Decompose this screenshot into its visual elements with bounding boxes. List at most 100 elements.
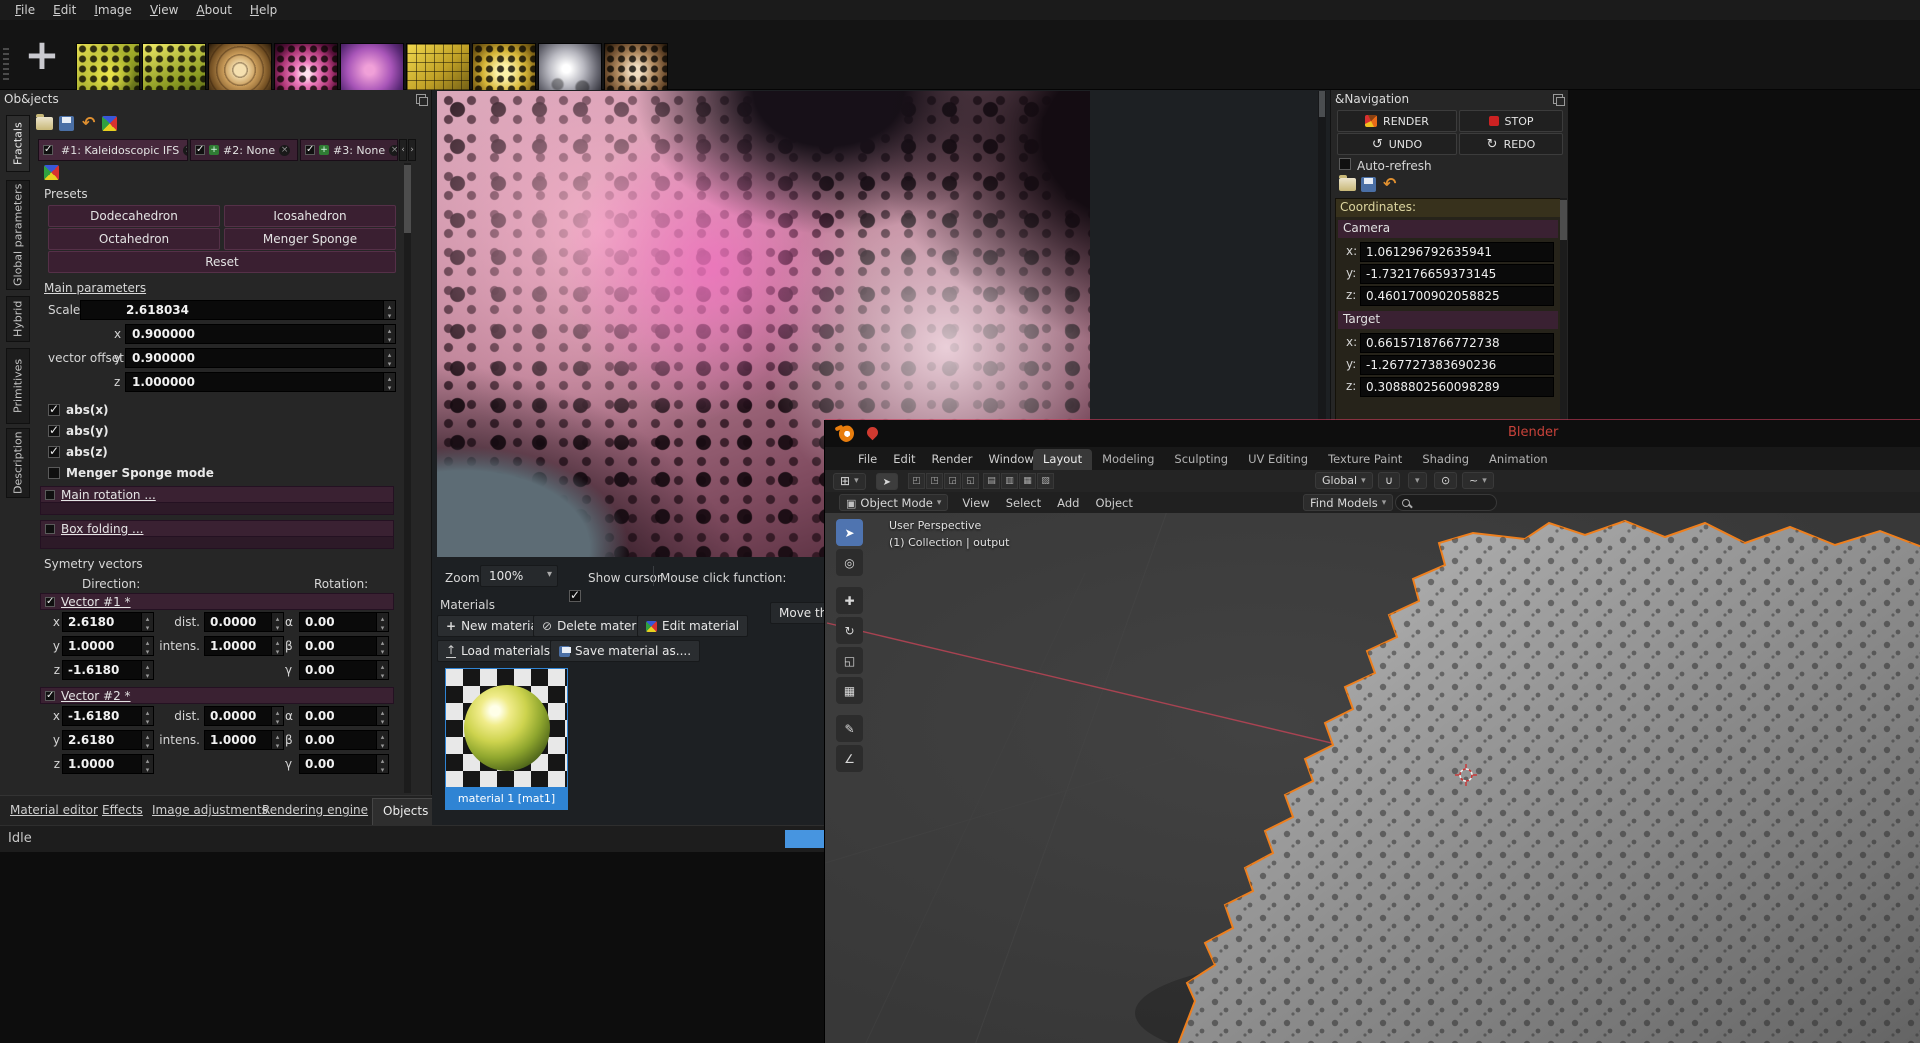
fractal-3-enabled-checkbox[interactable] [305, 144, 315, 155]
fractal-mesh-object[interactable] [1177, 519, 1920, 1043]
camera-z-input[interactable]: 0.4601700902058825 [1360, 286, 1554, 306]
undo-icon[interactable] [82, 115, 95, 131]
scrollbar-thumb[interactable] [1560, 200, 1567, 240]
blender-titlebar[interactable]: Blender [825, 420, 1920, 447]
move-tool[interactable] [836, 587, 863, 614]
toolbar-drag-handle[interactable] [3, 48, 9, 82]
auto-refresh-checkbox[interactable] [1339, 158, 1351, 170]
fractal-tab-3[interactable]: #3: None [300, 139, 398, 161]
abs-x-checkbox[interactable] [48, 402, 60, 416]
workspace-tab-animation[interactable]: Animation [1479, 449, 1558, 470]
panel-scrollbar[interactable] [404, 163, 411, 793]
offset-x-spinner[interactable] [383, 325, 395, 343]
vector1-y-input[interactable]: 1.0000 [62, 636, 154, 656]
tab-objects[interactable]: Objects [372, 798, 440, 826]
fractal-tab-1[interactable]: #1: Kaleidoscopic IFS [38, 139, 188, 161]
mode-toggle-icon[interactable]: ◰ [907, 473, 925, 489]
vector1-intens-input[interactable]: 1.0000 [204, 636, 284, 656]
spinner[interactable] [376, 707, 388, 725]
add-fractal-button[interactable] [22, 36, 62, 78]
box-folding-group-header[interactable]: Box folding ... [40, 520, 394, 537]
tab-rendering-engine[interactable]: Rendering engine [262, 803, 368, 817]
overlay-toggle-icon[interactable]: ▥ [1000, 473, 1018, 489]
object-menu[interactable]: Object [1087, 493, 1140, 513]
abs-z-checkbox[interactable] [48, 444, 60, 458]
vector1-alpha-input[interactable]: 0.00 [299, 612, 389, 632]
spinner[interactable] [376, 755, 388, 773]
rotate-tool[interactable] [836, 617, 863, 644]
tab-scroll-right-icon[interactable]: › [408, 139, 416, 161]
vector2-z-input[interactable]: 1.0000 [62, 754, 154, 774]
vector2-dist-input[interactable]: 0.0000 [204, 706, 284, 726]
view-menu[interactable]: View [954, 493, 997, 513]
tab-image-adjustments[interactable]: Image adjustments [152, 803, 268, 817]
vector1-beta-input[interactable]: 0.00 [299, 636, 389, 656]
vector2-header[interactable]: Vector #2 * [40, 687, 394, 704]
abs-y-checkbox[interactable] [48, 423, 60, 437]
load-icon[interactable] [1339, 175, 1356, 191]
vector2-beta-input[interactable]: 0.00 [299, 730, 389, 750]
save-settings-icon[interactable] [59, 116, 74, 131]
overlay-toggle-icon[interactable]: ▦ [1018, 473, 1036, 489]
side-tab-primitives[interactable]: Primitives [6, 348, 30, 424]
snap-settings-select[interactable] [1408, 472, 1427, 489]
undo-icon[interactable] [1383, 176, 1396, 192]
proportional-edit-button[interactable] [1434, 472, 1458, 489]
offset-x-input[interactable]: 0.900000 [125, 324, 396, 344]
spinner[interactable] [271, 707, 283, 725]
menu-help[interactable]: Help [241, 1, 286, 19]
blender-menu-render[interactable]: Render [924, 449, 981, 469]
spinner[interactable] [141, 661, 153, 679]
vector2-alpha-input[interactable]: 0.00 [299, 706, 389, 726]
float-panel-icon[interactable] [416, 94, 428, 106]
main-rotation-checkbox[interactable] [45, 489, 55, 500]
target-x-input[interactable]: 0.6615718766772738 [1360, 333, 1554, 353]
overlay-toggle-icon[interactable]: ▧ [1036, 473, 1054, 489]
offset-z-spinner[interactable] [383, 373, 395, 391]
main-rotation-group-header[interactable]: Main rotation ... [40, 486, 394, 503]
float-panel-icon[interactable] [1553, 94, 1565, 106]
load-settings-icon[interactable] [36, 114, 53, 130]
spinner[interactable] [141, 755, 153, 773]
menger-sponge-mode-checkbox[interactable] [48, 466, 60, 479]
preset-reset-button[interactable]: Reset [48, 251, 396, 273]
preset-dodecahedron-button[interactable]: Dodecahedron [48, 205, 220, 227]
scrollbar-thumb[interactable] [1319, 91, 1325, 117]
stop-button[interactable]: STOP [1459, 110, 1563, 132]
edit-material-button[interactable]: Edit material [637, 615, 749, 637]
save-material-button[interactable]: Save material as.... [550, 640, 701, 662]
vector2-gamma-input[interactable]: 0.00 [299, 754, 389, 774]
spinner[interactable] [271, 613, 283, 631]
mode-toggle-icon[interactable]: ◳ [925, 473, 943, 489]
preset-octahedron-button[interactable]: Octahedron [48, 228, 220, 250]
vector2-y-input[interactable]: 2.6180 [62, 730, 154, 750]
side-tab-hybrid[interactable]: Hybrid [6, 296, 30, 342]
side-tab-description[interactable]: Description [6, 428, 30, 498]
search-input[interactable] [1395, 494, 1497, 511]
spinner[interactable] [141, 637, 153, 655]
offset-y-spinner[interactable] [383, 349, 395, 367]
redo-button[interactable]: REDO [1459, 133, 1563, 155]
menu-view[interactable]: View [141, 1, 187, 19]
fractal-1-enabled-checkbox[interactable] [43, 144, 53, 155]
vector1-z-input[interactable]: -1.6180 [62, 660, 154, 680]
target-z-input[interactable]: 0.3088802560098289 [1360, 377, 1554, 397]
mode-toggle-icon[interactable]: ◲ [943, 473, 961, 489]
scale-spinner[interactable] [383, 301, 395, 319]
preset-menger-sponge-button[interactable]: Menger Sponge [224, 228, 396, 250]
offset-y-input[interactable]: 0.900000 [125, 348, 396, 368]
close-tab-icon[interactable] [183, 144, 187, 156]
mode-select[interactable]: Object Mode [839, 494, 949, 511]
spinner[interactable] [376, 731, 388, 749]
zoom-select[interactable]: 100% [480, 565, 558, 587]
editor-type-select[interactable] [833, 472, 866, 490]
target-y-input[interactable]: -1.267727383690236 [1360, 355, 1554, 375]
pin-icon[interactable] [864, 424, 881, 441]
blender-3d-viewport[interactable]: User Perspective (1) Collection | output [825, 513, 1920, 1043]
vector2-x-input[interactable]: -1.6180 [62, 706, 154, 726]
save-icon[interactable] [1361, 177, 1376, 192]
select-menu[interactable]: Select [998, 493, 1049, 513]
spinner[interactable] [271, 637, 283, 655]
cursor-tool[interactable] [836, 549, 863, 576]
measure-tool[interactable] [836, 745, 863, 772]
